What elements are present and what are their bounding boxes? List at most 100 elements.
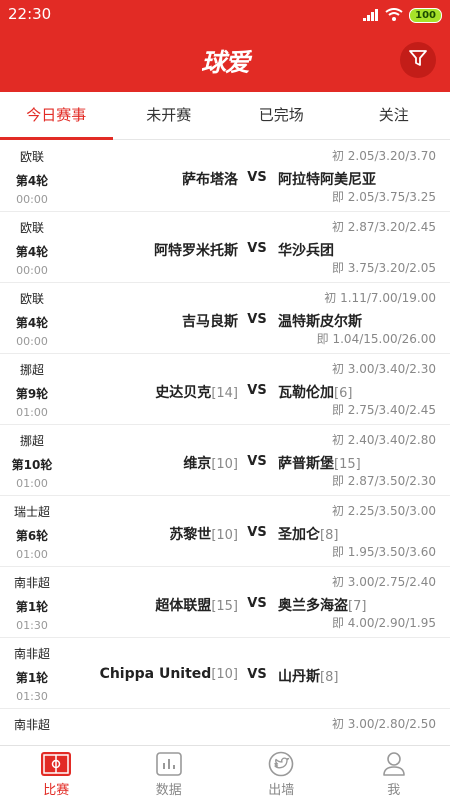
- nav-data[interactable]: 数据: [113, 746, 226, 800]
- away-team: 温特斯皮尔斯: [278, 311, 362, 331]
- match-time: 01:30: [16, 690, 48, 703]
- match-time: 00:00: [16, 193, 48, 206]
- live-odds: 即 1.04/15.00/26.00: [316, 332, 436, 346]
- vs-label: VS: [247, 241, 267, 256]
- live-odds: 即 2.05/3.75/3.25: [331, 190, 436, 204]
- match-row[interactable]: 挪超 第9轮 01:00 史达贝克[14] VS 瓦勒伦加[6] 初 3.00/…: [0, 354, 450, 425]
- home-team-name: 苏黎世: [169, 527, 212, 543]
- home-team-name: 吉马良斯: [182, 314, 238, 330]
- league-name: 欧联: [19, 221, 44, 235]
- nav-data-label: 数据: [155, 783, 182, 798]
- home-team: 超体联盟[15]: [155, 595, 238, 615]
- match-time: 01:00: [16, 477, 48, 490]
- vs-label: VS: [247, 596, 267, 611]
- league-name: 南非超: [13, 576, 50, 590]
- initial-odds: 初 1.11/7.00/19.00: [324, 291, 436, 305]
- away-rank: [7]: [348, 599, 367, 614]
- home-rank: [10]: [211, 457, 238, 472]
- home-rank: [10]: [211, 667, 238, 682]
- away-team-name: 山丹斯: [278, 669, 320, 685]
- match-row[interactable]: 南非超 第1轮 01:30 超体联盟[15] VS 奥兰多海盗[7] 初 3.0…: [0, 567, 450, 638]
- away-team-name: 温特斯皮尔斯: [278, 314, 362, 330]
- away-team-name: 奥兰多海盗: [278, 598, 348, 614]
- live-odds: 即 2.87/3.50/2.30: [331, 474, 436, 488]
- match-row[interactable]: 欧联 第4轮 00:00 萨布塔洛 VS 阿拉特阿美尼亚 初 2.05/3.20…: [0, 141, 450, 212]
- home-rank: [14]: [211, 386, 238, 401]
- round-label: 第4轮: [15, 245, 49, 259]
- round-label: 第6轮: [15, 529, 49, 543]
- vs-label: VS: [247, 170, 267, 185]
- tab-upcoming[interactable]: 未开赛: [113, 92, 226, 139]
- round-label: 第1轮: [15, 600, 49, 614]
- home-team-name: 超体联盟: [155, 598, 212, 614]
- away-rank: [6]: [334, 386, 353, 401]
- home-rank: [15]: [211, 599, 238, 614]
- filter-button[interactable]: [400, 42, 436, 78]
- match-row[interactable]: 瑞士超 第6轮 01:00 苏黎世[10] VS 圣加仑[8] 初 2.25/3…: [0, 496, 450, 567]
- vs-label: VS: [247, 383, 267, 398]
- initial-odds: 初 2.05/3.20/3.70: [331, 149, 436, 163]
- home-team-name: 史达贝克: [155, 385, 212, 401]
- filter-icon: [408, 48, 428, 72]
- league-name: 瑞士超: [13, 505, 50, 519]
- away-team: 瓦勒伦加[6]: [278, 382, 352, 402]
- match-list[interactable]: 欧联 第4轮 00:00 萨布塔洛 VS 阿拉特阿美尼亚 初 2.05/3.20…: [0, 141, 450, 745]
- away-team-name: 华沙兵团: [278, 243, 334, 259]
- tab-following[interactable]: 关注: [338, 92, 450, 139]
- tab-today[interactable]: 今日赛事: [0, 92, 113, 140]
- match-time: 01:00: [16, 406, 48, 419]
- away-team: 山丹斯[8]: [278, 666, 338, 686]
- nav-me-label: 我: [387, 783, 401, 798]
- live-odds: 即 1.95/3.50/3.60: [331, 545, 436, 559]
- home-team-name: 维京: [183, 456, 212, 472]
- nav-wall-label: 出墙: [268, 783, 295, 798]
- home-team: 萨布塔洛: [182, 169, 238, 189]
- away-team-name: 阿拉特阿美尼亚: [278, 172, 376, 188]
- away-team: 萨普斯堡[15]: [278, 453, 361, 473]
- match-row[interactable]: 欧联 第4轮 00:00 吉马良斯 VS 温特斯皮尔斯 初 1.11/7.00/…: [0, 283, 450, 354]
- league-name: 挪超: [19, 434, 44, 448]
- vs-label: VS: [247, 667, 267, 682]
- match-time: 00:00: [16, 264, 48, 277]
- vs-label: VS: [247, 312, 267, 327]
- round-label: 第4轮: [15, 174, 49, 188]
- away-team: 阿拉特阿美尼亚: [278, 169, 376, 189]
- nav-matches[interactable]: 比赛: [0, 746, 113, 800]
- home-rank: [10]: [211, 528, 238, 543]
- match-row[interactable]: 南非超 初 3.00/2.80/2.50: [0, 709, 450, 745]
- away-team: 华沙兵团: [278, 240, 334, 260]
- away-rank: [15]: [334, 457, 361, 472]
- league-name: 挪超: [19, 363, 44, 377]
- nav-wall[interactable]: 出墙: [225, 746, 338, 800]
- match-time: 01:00: [16, 548, 48, 561]
- bird-icon: [225, 751, 338, 777]
- chart-icon: [113, 751, 226, 777]
- live-odds: 即 3.75/3.20/2.05: [331, 261, 436, 275]
- away-team-name: 萨普斯堡: [278, 456, 334, 472]
- status-time: 22:30: [8, 5, 52, 23]
- user-icon: [338, 751, 450, 777]
- league-name: 南非超: [13, 718, 50, 732]
- initial-odds: 初 2.87/3.20/2.45: [331, 220, 436, 234]
- round-label: 第10轮: [11, 458, 53, 472]
- match-row[interactable]: 南非超 第1轮 01:30 Chippa United[10] VS 山丹斯[8…: [0, 638, 450, 709]
- battery-indicator: 100: [409, 8, 442, 23]
- live-odds: 即 4.00/2.90/1.95: [331, 616, 436, 630]
- initial-odds: 初 3.00/3.40/2.30: [331, 362, 436, 376]
- status-icons: 100: [363, 6, 442, 25]
- live-odds: 即 2.75/3.40/2.45: [331, 403, 436, 417]
- round-label: 第9轮: [15, 387, 49, 401]
- home-team: 史达贝克[14]: [155, 382, 238, 402]
- match-row[interactable]: 欧联 第4轮 00:00 阿特罗米托斯 VS 华沙兵团 初 2.87/3.20/…: [0, 212, 450, 283]
- nav-me[interactable]: 我: [338, 746, 450, 800]
- away-team: 奥兰多海盗[7]: [278, 595, 366, 615]
- match-row[interactable]: 挪超 第10轮 01:00 维京[10] VS 萨普斯堡[15] 初 2.40/…: [0, 425, 450, 496]
- tab-finished[interactable]: 已完场: [225, 92, 338, 139]
- home-team-name: 阿特罗米托斯: [154, 243, 238, 259]
- away-team-name: 圣加仑: [278, 527, 320, 543]
- initial-odds: 初 3.00/2.75/2.40: [331, 575, 436, 589]
- home-team-name: 萨布塔洛: [182, 172, 238, 188]
- initial-odds: 初 3.00/2.80/2.50: [331, 717, 436, 731]
- initial-odds: 初 2.40/3.40/2.80: [331, 433, 436, 447]
- nav-matches-label: 比赛: [43, 783, 70, 798]
